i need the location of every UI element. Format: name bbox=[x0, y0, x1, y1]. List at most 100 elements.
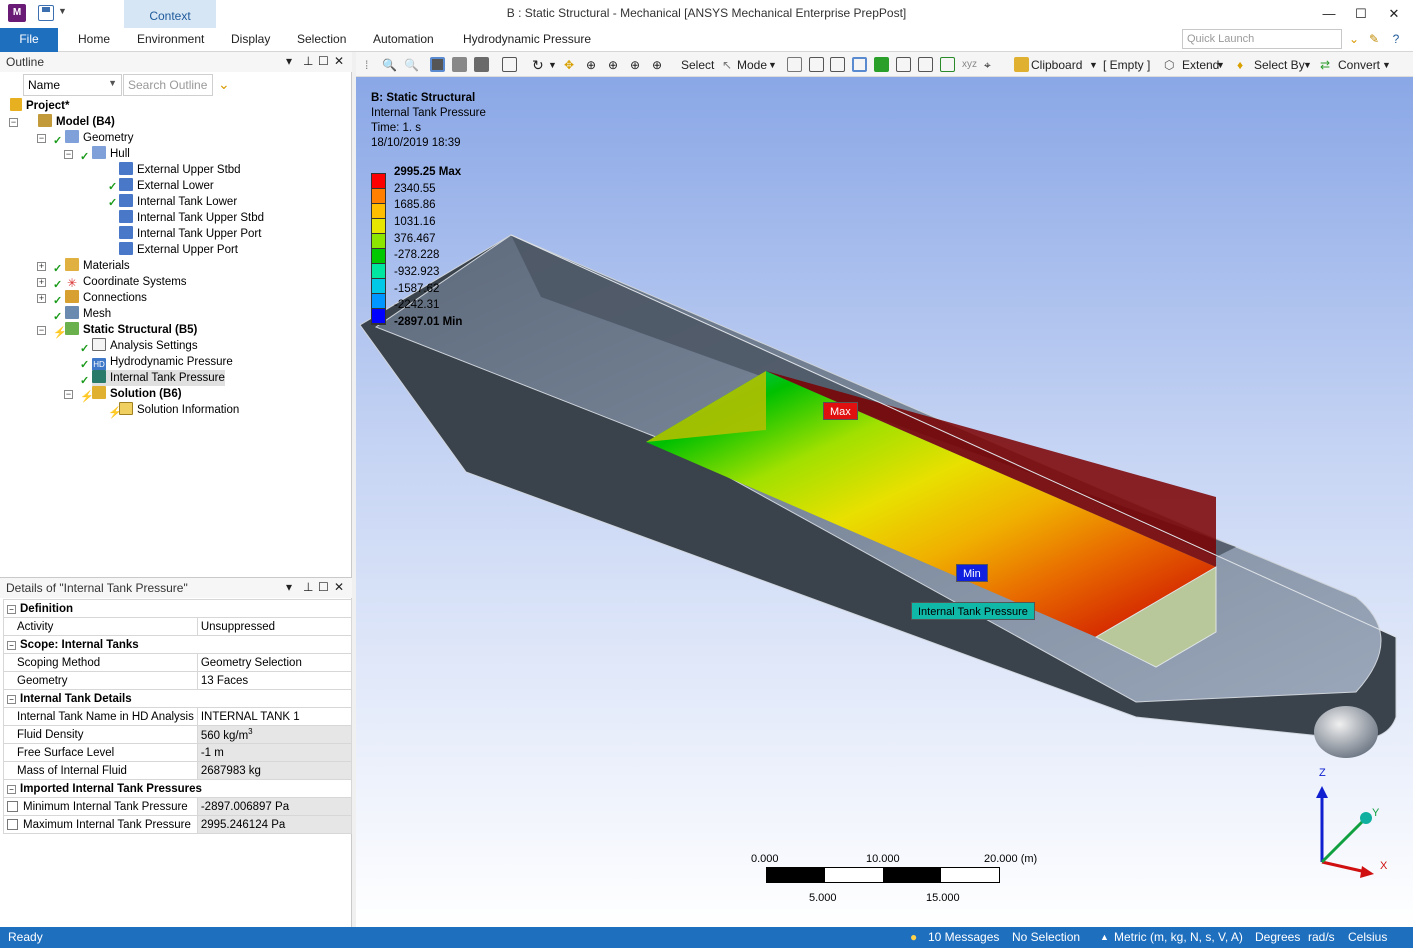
quick-launch-input[interactable]: Quick Launch bbox=[1182, 29, 1342, 49]
tree-item-solution[interactable]: Solution (B6) bbox=[92, 386, 182, 402]
select-face-icon[interactable] bbox=[830, 57, 845, 72]
tab-file[interactable]: File bbox=[0, 28, 58, 52]
tab-automation[interactable]: Automation bbox=[373, 32, 434, 46]
magnifier-icon[interactable]: ⊕ bbox=[652, 56, 662, 74]
pick-icon[interactable]: ⌖ bbox=[984, 56, 991, 74]
units-dropdown-icon[interactable]: ▲ bbox=[1100, 932, 1109, 942]
min-probe-tag[interactable]: Min bbox=[956, 564, 988, 582]
save-icon[interactable] bbox=[38, 5, 54, 21]
rotational-velocity-unit[interactable]: rad/s bbox=[1308, 930, 1335, 944]
collapse-icon[interactable]: − bbox=[9, 118, 18, 127]
mode-dropdown[interactable]: Mode bbox=[737, 56, 767, 74]
group-scope[interactable]: − Scope: Internal Tanks bbox=[3, 635, 352, 654]
chevron-down-icon[interactable]: ▼ bbox=[1303, 56, 1312, 74]
graphics-viewport[interactable]: B: Static Structural Internal Tank Press… bbox=[356, 77, 1413, 927]
select-mesh-element-icon[interactable] bbox=[918, 57, 933, 72]
wireframe-icon[interactable] bbox=[452, 57, 467, 72]
rotate-icon[interactable]: ↻ bbox=[532, 56, 544, 74]
tree-item-external-upper-port[interactable]: External Upper Port bbox=[119, 242, 238, 258]
collapse-icon[interactable]: − bbox=[64, 390, 73, 399]
tree-item-external-lower[interactable]: External Lower bbox=[119, 178, 214, 194]
tree-item-analysis-settings[interactable]: Analysis Settings bbox=[92, 338, 198, 354]
load-annotation-tag[interactable]: Internal Tank Pressure bbox=[911, 602, 1035, 620]
tree-item-internal-tank-upper-stbd[interactable]: Internal Tank Upper Stbd bbox=[119, 210, 264, 226]
tree-item-connections[interactable]: Connections bbox=[65, 290, 147, 306]
chevron-down-icon[interactable]: ⌄ bbox=[1346, 31, 1362, 47]
clipboard-button[interactable]: Clipboard bbox=[1031, 56, 1082, 74]
chevron-down-icon[interactable]: ▼ bbox=[1382, 56, 1391, 74]
select-element-face-icon[interactable] bbox=[874, 57, 889, 72]
parameter-checkbox[interactable] bbox=[7, 800, 18, 812]
chevron-down-icon[interactable]: ▼ bbox=[548, 56, 557, 74]
group-tank-details[interactable]: − Internal Tank Details bbox=[3, 689, 352, 708]
select-element-icon[interactable] bbox=[940, 57, 955, 72]
panel-close-icon[interactable]: ✕ bbox=[334, 580, 344, 594]
pin-icon[interactable]: ⊥ bbox=[303, 580, 313, 594]
select-button[interactable]: Select bbox=[681, 56, 714, 74]
chevron-down-icon[interactable]: ▼ bbox=[1089, 56, 1098, 74]
panel-maximize-icon[interactable]: ☐ bbox=[318, 54, 329, 68]
select-edge-icon[interactable] bbox=[809, 57, 824, 72]
zoom-in-icon[interactable]: 🔍 bbox=[382, 56, 397, 74]
minimize-button[interactable]: — bbox=[1313, 3, 1345, 25]
property-value[interactable]: INTERNAL TANK 1 bbox=[196, 707, 353, 726]
collapse-icon[interactable]: − bbox=[37, 134, 46, 143]
help-icon[interactable]: ? bbox=[1388, 31, 1404, 47]
tree-item-geometry[interactable]: Geometry bbox=[65, 130, 134, 146]
tree-item-external-upper-stbd[interactable]: External Upper Stbd bbox=[119, 162, 241, 178]
collapse-icon[interactable]: − bbox=[64, 150, 73, 159]
tab-environment[interactable]: Environment bbox=[137, 32, 204, 46]
expand-icon[interactable]: + bbox=[37, 294, 46, 303]
filter-options-icon[interactable]: ⌄ bbox=[218, 76, 230, 93]
tree-item-solution-information[interactable]: Solution Information bbox=[119, 402, 239, 418]
maximize-button[interactable]: ☐ bbox=[1345, 3, 1377, 25]
outline-search-input[interactable]: Search Outline bbox=[123, 74, 213, 96]
tab-display[interactable]: Display bbox=[231, 32, 270, 46]
close-window-button[interactable]: ✕ bbox=[1378, 3, 1410, 25]
panel-maximize-icon[interactable]: ☐ bbox=[318, 580, 329, 594]
zoom-icon[interactable]: ⊕ bbox=[586, 56, 596, 74]
units-selector[interactable]: Metric (m, kg, N, s, V, A) bbox=[1114, 930, 1243, 944]
tab-home[interactable]: Home bbox=[78, 32, 110, 46]
tab-hydrodynamic-pressure[interactable]: Hydrodynamic Pressure bbox=[463, 32, 591, 46]
panel-menu-icon[interactable]: ▾ bbox=[286, 54, 292, 68]
select-mesh-node-icon[interactable] bbox=[896, 57, 911, 72]
pin-icon[interactable]: ⊥ bbox=[303, 54, 313, 68]
outline-filter-select[interactable]: Name ▼ bbox=[23, 74, 122, 96]
collapse-icon[interactable]: − bbox=[7, 604, 16, 614]
tree-item-materials[interactable]: Materials bbox=[65, 258, 130, 274]
group-imported-pressures[interactable]: − Imported Internal Tank Pressures bbox=[3, 779, 352, 798]
select-vertex-icon[interactable] bbox=[787, 57, 802, 72]
collapse-icon[interactable]: − bbox=[37, 326, 46, 335]
feedback-icon[interactable]: ✎ bbox=[1366, 31, 1382, 47]
app-logo-icon[interactable]: M bbox=[8, 4, 26, 22]
tree-item-model[interactable]: Model (B4) bbox=[38, 114, 115, 130]
tree-item-static-structural[interactable]: Static Structural (B5) bbox=[65, 322, 197, 338]
zoom-out-icon[interactable]: 🔍 bbox=[404, 56, 419, 74]
temperature-unit[interactable]: Celsius bbox=[1348, 930, 1387, 944]
expand-icon[interactable]: + bbox=[37, 262, 46, 271]
expand-icon[interactable]: + bbox=[37, 278, 46, 287]
chevron-down-icon[interactable]: ▼ bbox=[1216, 56, 1225, 74]
extend-button[interactable]: Extend bbox=[1182, 56, 1219, 74]
property-value[interactable]: Geometry Selection bbox=[196, 653, 353, 672]
box-zoom-icon[interactable]: ⊕ bbox=[608, 56, 618, 74]
select-body-icon[interactable] bbox=[852, 57, 867, 72]
panel-close-icon[interactable]: ✕ bbox=[334, 54, 344, 68]
bulbous-bow[interactable] bbox=[1314, 706, 1378, 758]
tree-item-internal-tank-pressure[interactable]: Internal Tank Pressure bbox=[92, 370, 225, 386]
tree-item-internal-tank-upper-port[interactable]: Internal Tank Upper Port bbox=[119, 226, 261, 242]
context-tab[interactable]: Context bbox=[124, 0, 216, 28]
parameter-checkbox[interactable] bbox=[7, 818, 18, 830]
convert-button[interactable]: Convert bbox=[1338, 56, 1380, 74]
pan-icon[interactable]: ✥ bbox=[564, 56, 574, 74]
messages-button[interactable]: 10 Messages bbox=[928, 930, 999, 944]
tab-selection[interactable]: Selection bbox=[297, 32, 346, 46]
chevron-down-icon[interactable]: ▼ bbox=[768, 56, 777, 74]
isolate-icon[interactable] bbox=[502, 57, 517, 72]
select-by-button[interactable]: Select By bbox=[1254, 56, 1305, 74]
edge-display-icon[interactable] bbox=[474, 57, 489, 72]
hull-model-svg[interactable] bbox=[356, 77, 1413, 927]
collapse-icon[interactable]: − bbox=[7, 640, 16, 650]
property-value[interactable]: Unsuppressed bbox=[196, 617, 353, 636]
